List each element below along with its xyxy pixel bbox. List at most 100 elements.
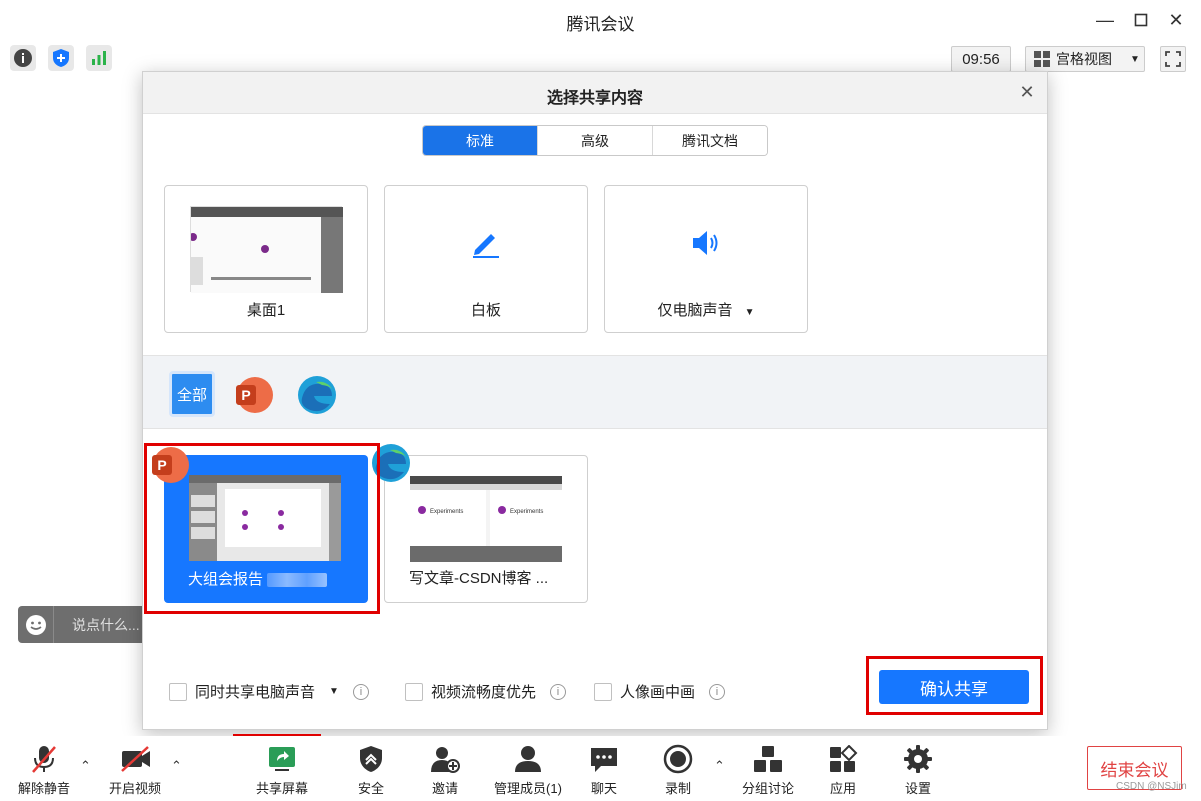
window-card-edge[interactable]: Experiments Experiments 写文章-CSDN博客 ... [384, 455, 588, 603]
mic-muted-icon [29, 744, 59, 774]
chevron-up-icon[interactable]: ⌃ [80, 758, 94, 773]
shield-icon[interactable] [48, 45, 74, 71]
start-video-button[interactable]: 开启视频 [98, 744, 172, 798]
chat-button[interactable]: 聊天 [567, 744, 641, 798]
powerpoint-icon: P [149, 444, 191, 486]
apps-button[interactable]: 应用 [806, 744, 880, 798]
option-label: 视频流畅度优先 [431, 684, 537, 701]
svg-text:Experiments: Experiments [510, 509, 543, 515]
redacted-name [267, 573, 328, 588]
invite-icon [430, 744, 460, 774]
ppt-window-title: 大组会报告 [188, 571, 264, 588]
toolbar-label: 聊天 [590, 781, 617, 796]
manage-members-button[interactable]: 管理成员(1) [480, 744, 576, 798]
camera-off-icon [120, 744, 150, 774]
title-bar: 腾讯会议 — ✕ [0, 0, 1201, 40]
breakout-icon [753, 744, 783, 774]
info-icon[interactable]: i [352, 683, 369, 700]
view-label: 宫格视图 [1056, 51, 1112, 67]
edge-icon [370, 442, 412, 484]
audio-only-text: 仅电脑声音 [657, 302, 733, 319]
chevron-down-icon[interactable]: ▼ [745, 307, 755, 318]
option-video-smooth[interactable]: 视频流畅度优先 i [405, 681, 567, 702]
desktop-thumbnail [189, 206, 343, 293]
toolbar-label: 安全 [357, 781, 384, 796]
filter-all-button[interactable]: 全部 [169, 371, 215, 417]
maximize-icon[interactable] [1128, 8, 1154, 32]
svg-text:P: P [241, 387, 250, 403]
security-button[interactable]: 安全 [334, 744, 408, 798]
emoji-icon[interactable] [18, 606, 54, 643]
option-share-audio[interactable]: 同时共享电脑声音 ▼ i [169, 681, 369, 702]
ppt-window-label: 大组会报告 [188, 568, 328, 589]
confirm-share-button[interactable]: 确认共享 [879, 670, 1029, 704]
option-label: 同时共享电脑声音 [195, 684, 316, 701]
share-mode-tabs: 标准 高级 腾讯文档 [422, 125, 768, 156]
powerpoint-icon[interactable]: P [233, 374, 275, 416]
invite-button[interactable]: 邀请 [408, 744, 482, 798]
dialog-title: 选择共享内容 [546, 90, 643, 107]
settings-icon [903, 744, 933, 774]
tab-tencent-docs[interactable]: 腾讯文档 [652, 126, 767, 155]
minimize-icon[interactable]: — [1092, 8, 1118, 32]
share-screen-button[interactable]: 共享屏幕 [245, 744, 319, 798]
tab-standard[interactable]: 标准 [423, 126, 537, 155]
toolbar-label: 设置 [904, 781, 931, 796]
info-icon[interactable]: i [709, 683, 726, 700]
chevron-down-icon: ▼ [1130, 53, 1140, 65]
meeting-toolbar: 解除静音 ⌃ 开启视频 ⌃ 共享屏幕 安全 邀请 管理成员(1) 聊天 录制 ⌃… [0, 736, 1201, 801]
share-whiteboard-card[interactable]: 白板 [384, 185, 588, 333]
view-selector[interactable]: 宫格视图 ▼ [1025, 46, 1145, 72]
edge-icon[interactable] [296, 374, 338, 416]
share-audio-card[interactable]: 仅电脑声音 ▼ [604, 185, 808, 333]
toolbar-label: 分组讨论 [741, 781, 794, 796]
edge-window-thumbnail: Experiments Experiments [410, 476, 562, 562]
apps-icon [828, 744, 858, 774]
record-icon [663, 744, 693, 774]
chat-placeholder: 说点什么... [72, 616, 140, 633]
edge-window-label: 写文章-CSDN博客 ... [409, 570, 549, 587]
close-icon[interactable]: ✕ [1017, 82, 1037, 102]
info-icon[interactable] [10, 45, 36, 71]
meeting-clock: 09:56 [951, 46, 1011, 72]
breakout-button[interactable]: 分组讨论 [731, 744, 805, 798]
share-desktop-card[interactable]: 桌面1 [164, 185, 368, 333]
checkbox[interactable] [594, 682, 612, 701]
chevron-up-icon[interactable]: ⌃ [171, 758, 185, 773]
fullscreen-icon[interactable] [1160, 46, 1186, 72]
unmute-button[interactable]: 解除静音 [7, 744, 81, 798]
toolbar-label: 开启视频 [108, 781, 161, 796]
checkbox[interactable] [169, 682, 187, 701]
members-icon [513, 744, 543, 774]
settings-button[interactable]: 设置 [881, 744, 955, 798]
window-title: 腾讯会议 [566, 15, 635, 34]
option-pip[interactable]: 人像画中画 i [594, 681, 726, 702]
checkbox[interactable] [405, 682, 423, 701]
chat-input[interactable]: 说点什么... [18, 606, 148, 643]
share-dialog: 选择共享内容 ✕ 标准 高级 腾讯文档 桌面1 白板 仅电脑声音 ▼ 全部 P … [142, 71, 1048, 730]
toolbar-label: 邀请 [431, 781, 458, 796]
info-icon[interactable]: i [550, 683, 567, 700]
signal-icon[interactable] [86, 45, 112, 71]
svg-text:P: P [157, 457, 166, 473]
window-card-ppt[interactable]: 大组会报告 [164, 455, 368, 603]
whiteboard-label: 白板 [470, 302, 501, 319]
desktop-label: 桌面1 [246, 302, 286, 319]
toolbar-label: 应用 [829, 781, 856, 796]
pen-icon [385, 228, 587, 258]
record-button[interactable]: 录制 [641, 744, 715, 798]
toolbar-label: 共享屏幕 [255, 781, 308, 796]
chevron-up-icon[interactable]: ⌃ [714, 758, 728, 773]
share-screen-icon [267, 744, 297, 774]
app-filter-bar: 全部 P [143, 355, 1047, 429]
dialog-header: 选择共享内容 ✕ [143, 72, 1047, 114]
close-icon[interactable]: ✕ [1163, 8, 1189, 32]
toolbar-label: 管理成员(1) [494, 781, 562, 796]
shield-icon [356, 744, 386, 774]
svg-text:Experiments: Experiments [430, 509, 463, 515]
speaker-icon [605, 228, 807, 258]
chevron-down-icon[interactable]: ▼ [329, 686, 339, 697]
tab-advanced[interactable]: 高级 [537, 126, 652, 155]
chat-icon [589, 744, 619, 774]
watermark: CSDN @NSJim [1116, 781, 1187, 792]
